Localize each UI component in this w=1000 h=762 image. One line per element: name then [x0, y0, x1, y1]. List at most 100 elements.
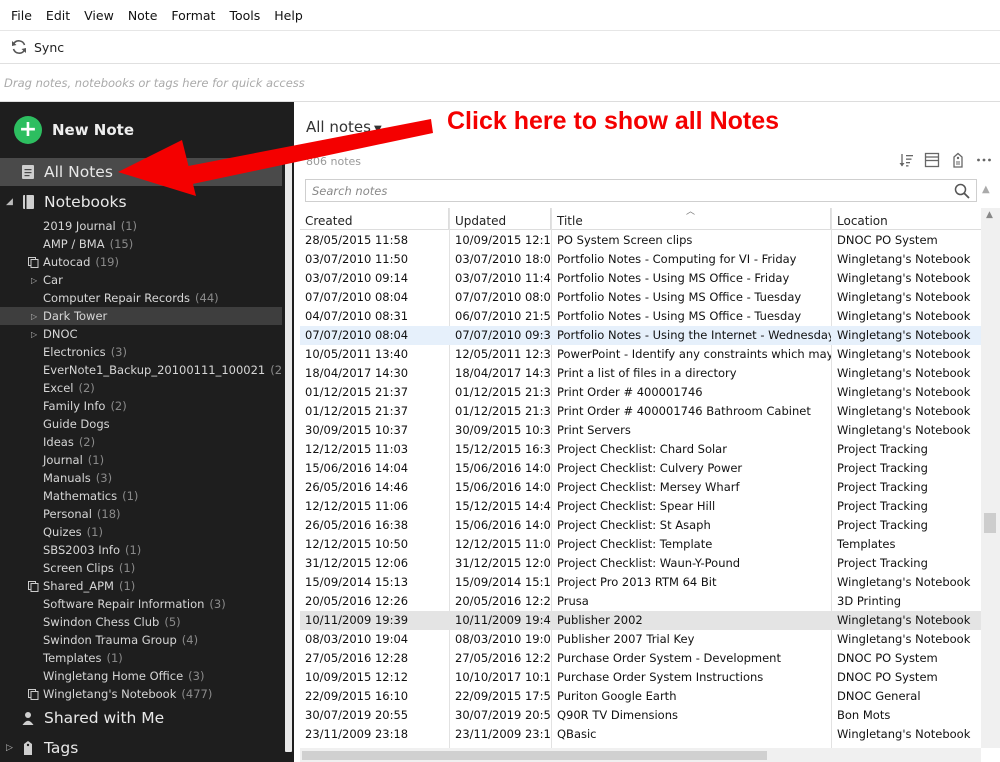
- table-vertical-scrollbar[interactable]: ▲: [981, 208, 1000, 748]
- sort-icon[interactable]: [898, 152, 914, 168]
- table-row[interactable]: 01/12/2015 21:37 01/12/2015 21:37 Print Or…: [300, 383, 981, 402]
- table-row[interactable]: 10/05/2011 13:40 12/05/2011 12:34 PowerPoi…: [300, 345, 981, 364]
- sidebar-item-notebooks[interactable]: ◢ Notebooks: [0, 188, 282, 216]
- table-row[interactable]: 15/09/2014 15:13 15/09/2014 15:14 Project …: [300, 573, 981, 592]
- table-row[interactable]: 28/05/2015 11:58 10/09/2015 12:13 PO Syste…: [300, 231, 981, 250]
- notebook-item[interactable]: Computer Repair Records (44): [0, 289, 282, 307]
- title-cell: Project Checklist: St Asaph: [557, 518, 711, 532]
- scroll-up-arrow-icon[interactable]: ▲: [982, 184, 990, 195]
- notebook-item[interactable]: Swindon Trauma Group (4): [0, 631, 282, 649]
- table-row[interactable]: 30/09/2015 10:37 30/09/2015 10:37 Print Se…: [300, 421, 981, 440]
- table-row[interactable]: 20/05/2016 12:26 20/05/2016 12:26 Prusa 3D …: [300, 592, 981, 611]
- table-row[interactable]: 22/09/2015 16:10 22/09/2015 17:51 Puriton …: [300, 687, 981, 706]
- notebook-item[interactable]: EverNote1_Backup_20100111_100021(24): [0, 361, 294, 379]
- all-notes-dropdown[interactable]: All notes ▼: [306, 118, 382, 136]
- sidebar-item-tags[interactable]: ▷ Tags: [0, 734, 282, 762]
- sidebar-scrollbar-thumb[interactable]: [285, 160, 292, 752]
- notebook-item[interactable]: Personal (18): [0, 505, 282, 523]
- table-row[interactable]: 26/05/2016 14:46 15/06/2016 14:04 Project …: [300, 478, 981, 497]
- notebook-item[interactable]: Family Info (2): [0, 397, 282, 415]
- search-notes-field[interactable]: Search notes: [305, 179, 977, 202]
- notebook-item[interactable]: Ideas (2): [0, 433, 282, 451]
- notebook-item[interactable]: Manuals (3): [0, 469, 282, 487]
- notebook-name: SBS2003 Info: [43, 543, 120, 557]
- collapse-triangle-icon[interactable]: ◢: [6, 197, 13, 207]
- table-row[interactable]: 04/07/2010 08:31 06/07/2010 21:59 Portfoli…: [300, 307, 981, 326]
- menu-view[interactable]: View: [77, 8, 121, 23]
- menu-format[interactable]: Format: [164, 8, 222, 23]
- table-row[interactable]: 15/06/2016 14:04 15/06/2016 14:04 Project …: [300, 459, 981, 478]
- notebook-name: EverNote1_Backup_20100111_100021: [43, 363, 266, 377]
- table-row[interactable]: 12/12/2015 11:03 15/12/2015 16:31 Project …: [300, 440, 981, 459]
- column-updated[interactable]: Updated: [450, 208, 551, 230]
- notebook-item[interactable]: Journal (1): [0, 451, 282, 469]
- notebook-item[interactable]: SBS2003 Info (1): [0, 541, 282, 559]
- notebook-name: AMP / BMA: [43, 237, 105, 251]
- notebook-item[interactable]: Templates (1): [0, 649, 282, 667]
- notebook-item[interactable]: ▷ DNOC: [0, 325, 282, 343]
- table-row[interactable]: 01/12/2015 21:37 01/12/2015 21:38 Print Or…: [300, 402, 981, 421]
- scroll-up-icon[interactable]: ▲: [986, 210, 993, 220]
- menu-help[interactable]: Help: [267, 8, 310, 23]
- table-row[interactable]: 10/11/2009 19:39 10/11/2009 19:41 Publishe…: [300, 611, 981, 630]
- sidebar-scrollbar[interactable]: [282, 154, 294, 762]
- notebook-item[interactable]: Quizes (1): [0, 523, 282, 541]
- notebook-item[interactable]: Wingletang's Notebook (477): [0, 685, 282, 703]
- notebook-item[interactable]: Excel (2): [0, 379, 282, 397]
- created-cell: 27/05/2016 12:28: [305, 651, 409, 665]
- notebook-item[interactable]: Shared_APM (1): [0, 577, 282, 595]
- menu-file[interactable]: File: [4, 8, 39, 23]
- table-row[interactable]: 26/05/2016 16:38 15/06/2016 14:02 Project …: [300, 516, 981, 535]
- sidebar-item-all-notes[interactable]: All Notes: [0, 158, 282, 186]
- table-row[interactable]: 10/09/2015 12:12 10/10/2017 10:16 Purchase…: [300, 668, 981, 687]
- table-row[interactable]: 12/12/2015 11:06 15/12/2015 14:45 Project …: [300, 497, 981, 516]
- created-cell: 12/12/2015 11:03: [305, 442, 409, 456]
- table-row[interactable]: 30/07/2019 20:55 30/07/2019 20:59 Q90R TV …: [300, 706, 981, 725]
- search-placeholder: Search notes: [312, 184, 388, 198]
- table-row[interactable]: 07/07/2010 08:04 07/07/2010 08:04 Portfoli…: [300, 288, 981, 307]
- new-note-button[interactable]: + New Note: [14, 116, 134, 144]
- more-options-icon[interactable]: [976, 152, 992, 168]
- notebook-item[interactable]: ▷ Dark Tower: [0, 307, 282, 325]
- notebook-item[interactable]: Mathematics (1): [0, 487, 282, 505]
- table-row[interactable]: 08/03/2010 19:04 08/03/2010 19:05 Publishe…: [300, 630, 981, 649]
- table-row[interactable]: 23/11/2009 23:18 23/11/2009 23:18 QBasic Wi…: [300, 725, 981, 744]
- table-row[interactable]: 18/04/2017 14:30 18/04/2017 14:31 Print a …: [300, 364, 981, 383]
- search-icon[interactable]: [954, 183, 970, 199]
- shortcuts-bar[interactable]: Drag notes, notebooks or tags here for q…: [0, 64, 1000, 102]
- menu-edit[interactable]: Edit: [39, 8, 77, 23]
- table-row[interactable]: 27/05/2016 12:28 27/05/2016 12:28 Purchase…: [300, 649, 981, 668]
- table-row[interactable]: 03/07/2010 09:14 03/07/2010 11:40 Portfoli…: [300, 269, 981, 288]
- expand-triangle-icon[interactable]: ▷: [31, 276, 37, 285]
- table-row[interactable]: 12/12/2015 10:50 12/12/2015 11:04 Project …: [300, 535, 981, 554]
- table-hscrollbar-thumb[interactable]: [302, 751, 767, 760]
- notebook-item[interactable]: Autocad (19): [0, 253, 282, 271]
- table-horizontal-scrollbar[interactable]: [300, 748, 981, 762]
- sidebar-item-shared[interactable]: Shared with Me: [0, 704, 282, 732]
- notebook-item[interactable]: AMP / BMA (15): [0, 235, 282, 253]
- notebook-item[interactable]: Screen Clips (1): [0, 559, 282, 577]
- table-row[interactable]: 03/07/2010 11:50 03/07/2010 18:09 Portfoli…: [300, 250, 981, 269]
- menu-tools[interactable]: Tools: [222, 8, 267, 23]
- table-row[interactable]: 31/12/2015 12:06 31/12/2015 12:07 Project …: [300, 554, 981, 573]
- list-view-icon[interactable]: [924, 152, 940, 168]
- tag-filter-icon[interactable]: [950, 152, 966, 168]
- notebook-item[interactable]: ▷ Car: [0, 271, 282, 289]
- sync-button[interactable]: Sync: [10, 38, 64, 56]
- notebook-item[interactable]: Wingletang Home Office (3): [0, 667, 282, 685]
- table-row[interactable]: 07/07/2010 08:04 07/07/2010 09:35 Portfoli…: [300, 326, 981, 345]
- notebook-item[interactable]: Guide Dogs: [0, 415, 282, 433]
- notebook-item[interactable]: 2019 Journal (1): [0, 217, 282, 235]
- notebook-item[interactable]: Swindon Chess Club (5): [0, 613, 282, 631]
- expand-triangle-icon[interactable]: ▷: [31, 312, 37, 321]
- column-created[interactable]: Created: [300, 208, 449, 230]
- notebook-item[interactable]: Electronics (3): [0, 343, 282, 361]
- expand-triangle-icon[interactable]: ▷: [31, 330, 37, 339]
- table-scrollbar-thumb[interactable]: [984, 513, 996, 533]
- menu-note[interactable]: Note: [121, 8, 165, 23]
- location-cell: Wingletang's Notebook: [837, 347, 971, 361]
- column-location[interactable]: Location: [832, 208, 981, 230]
- expand-triangle-icon[interactable]: ▷: [6, 743, 13, 753]
- all-notes-label: All Notes: [44, 163, 113, 181]
- notebook-item[interactable]: Software Repair Information (3): [0, 595, 282, 613]
